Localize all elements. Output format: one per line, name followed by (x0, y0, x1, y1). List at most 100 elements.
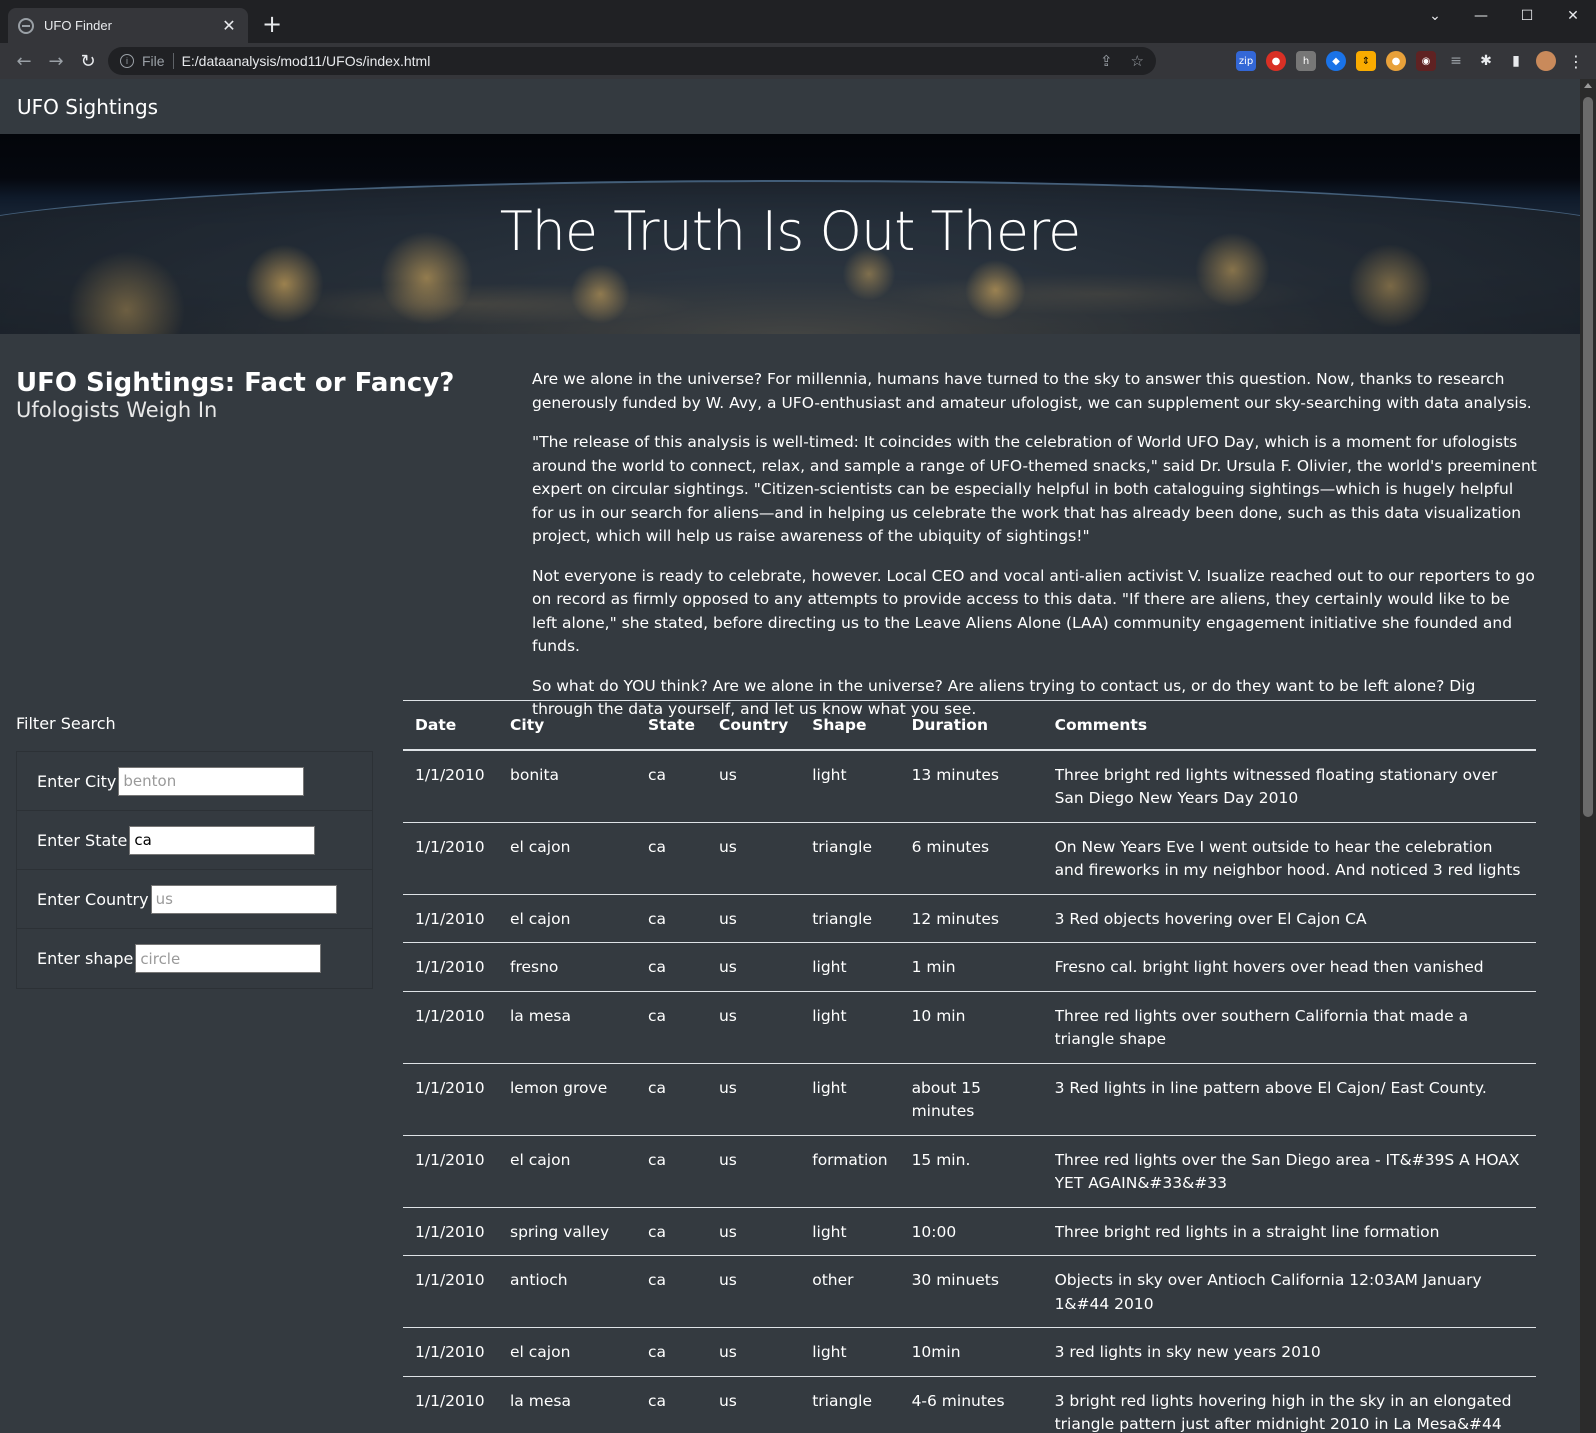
puzzle-icon[interactable]: ✱ (1476, 51, 1496, 71)
cell-text: us (718, 765, 737, 784)
cell-city: antioch (498, 1255, 636, 1328)
cell-text: 1/1/2010 (415, 837, 485, 856)
yellow-extension-icon[interactable]: ⇕ (1356, 51, 1376, 71)
grey-extension-icon[interactable]: h (1296, 51, 1316, 71)
filter-country: Enter Country (17, 870, 372, 929)
article-paragraph: Not everyone is ready to celebrate, howe… (532, 566, 1535, 656)
table-body: 1/1/2010 bonita ca us light 13 minutes Three b… (403, 749, 1536, 1433)
table-row: 1/1/2010 la mesa ca us light 10 min Three red … (403, 991, 1536, 1064)
minimize-icon[interactable]: — (1458, 0, 1504, 32)
address-bar[interactable]: i File E:/dataanalysis/mod11/UFOs/index.… (108, 47, 1156, 75)
scrollbar-thumb[interactable] (1583, 97, 1593, 817)
cell-text: 3 red lights in sky new years 2010 (1054, 1343, 1321, 1361)
side-panel-icon[interactable]: ▮ (1506, 51, 1526, 71)
cell-text: bonita (510, 765, 560, 784)
info-icon[interactable]: i (120, 54, 134, 68)
cell-text: 1 min (911, 958, 956, 976)
cell-duration: 6 minutes (899, 822, 1043, 895)
cell-comments: 3 red lights in sky new years 2010 (1042, 1327, 1536, 1377)
shape-label: Enter shape (37, 949, 134, 968)
close-icon[interactable]: ✕ (220, 16, 238, 35)
city-input[interactable] (118, 766, 305, 796)
country-input[interactable] (150, 884, 337, 914)
cell-shape: light (800, 991, 900, 1064)
cell-text: 3 bright red lights hovering high in the… (1054, 1391, 1512, 1433)
close-window-icon[interactable]: ✕ (1550, 0, 1596, 32)
cell-text: 1/1/2010 (415, 958, 485, 976)
cell-comments: Three red lights over southern Californi… (1042, 991, 1536, 1064)
cell-comments: Three red lights over the San Diego area… (1042, 1135, 1536, 1208)
cell-country: us (706, 1255, 801, 1328)
cell-text: 1/1/2010 (415, 1150, 485, 1169)
cell-text: ca (648, 1006, 667, 1025)
pin-extension-icon[interactable]: ◆ (1326, 51, 1346, 71)
share-icon[interactable]: ⇪ (1100, 52, 1113, 70)
cell-text: la mesa (510, 1006, 571, 1025)
cell-text: light (812, 1006, 847, 1025)
title-sub: Ufologists Weigh In (16, 398, 218, 422)
zip-extension-icon[interactable]: zip (1236, 51, 1256, 71)
record-extension-icon[interactable]: ◉ (1416, 51, 1436, 71)
profile-avatar[interactable] (1536, 51, 1556, 71)
reading-list-icon[interactable]: ≡ (1446, 51, 1466, 71)
star-icon[interactable]: ☆ (1131, 52, 1144, 70)
back-arrow-icon[interactable]: ← (10, 47, 38, 75)
cell-country: us (706, 942, 801, 992)
browser-toolbar: ← → ↻ i File E:/dataanalysis/mod11/UFOs/… (0, 43, 1596, 79)
cell-city: el cajon (498, 822, 636, 895)
menu-icon[interactable]: ⋮ (1566, 51, 1586, 71)
maximize-icon[interactable]: ☐ (1504, 0, 1550, 32)
header-date: Date (403, 700, 498, 751)
cell-text: 30 minuets (911, 1271, 999, 1289)
shape-input[interactable] (135, 944, 322, 973)
cell-text: antioch (510, 1271, 568, 1289)
cell-text: 1/1/2010 (415, 1391, 485, 1410)
site-navbar: UFO Sightings (0, 79, 1580, 134)
cell-city: bonita (498, 749, 636, 823)
cell-date: 1/1/2010 (403, 822, 498, 895)
navbar-brand[interactable]: UFO Sightings (17, 95, 158, 119)
cell-state: ca (636, 991, 707, 1064)
cell-state: ca (636, 1255, 707, 1328)
reload-icon[interactable]: ↻ (74, 47, 102, 75)
cell-city: lemon grove (498, 1063, 636, 1136)
scroll-up-icon[interactable] (1584, 83, 1592, 88)
cell-text: Three bright red lights in a straight li… (1054, 1222, 1440, 1241)
cell-duration: 13 minutes (899, 749, 1043, 823)
cell-date: 1/1/2010 (403, 749, 498, 823)
forward-arrow-icon[interactable]: → (42, 47, 70, 75)
cell-text: 12 minutes (911, 909, 999, 928)
cell-duration: 30 minuets (899, 1255, 1043, 1328)
orange-extension-icon[interactable]: ● (1386, 51, 1406, 71)
table-row: 1/1/2010 lemon grove ca us light about 15 min… (403, 1063, 1536, 1136)
adblock-extension-icon[interactable]: ● (1266, 51, 1286, 71)
state-input[interactable] (129, 825, 316, 855)
cell-text: lemon grove (510, 1078, 608, 1097)
cell-text: 1/1/2010 (415, 765, 485, 784)
new-tab-icon[interactable]: + (262, 10, 282, 38)
cell-state: ca (636, 1376, 707, 1433)
cell-text: us (718, 1078, 737, 1097)
table-row: 1/1/2010 la mesa ca us triangle 4-6 minutes 3 … (403, 1376, 1536, 1433)
cell-text: Three red lights over southern Californi… (1054, 1006, 1469, 1049)
url-text[interactable]: E:/dataanalysis/mod11/UFOs/index.html (182, 53, 1100, 69)
cell-text: other (812, 1271, 854, 1289)
cell-text: ca (648, 958, 667, 976)
cell-shape: light (800, 1063, 900, 1136)
page-scrollbar[interactable] (1580, 79, 1596, 1433)
cell-date: 1/1/2010 (403, 942, 498, 992)
browser-tab[interactable]: UFO Finder ✕ (8, 8, 248, 43)
cell-comments: 3 Red lights in line pattern above El Ca… (1042, 1063, 1536, 1136)
cell-comments: Three bright red lights witnessed floati… (1042, 749, 1536, 823)
cell-duration: about 15 minutes (899, 1063, 1043, 1136)
cell-date: 1/1/2010 (403, 1135, 498, 1208)
cell-text: triangle (812, 837, 872, 856)
sightings-table-container: Date City State Country Shape Duration C… (403, 700, 1536, 1433)
cell-text: 10min (911, 1343, 961, 1361)
table-row: 1/1/2010 spring valley ca us light 10:00 Three… (403, 1207, 1536, 1256)
table-row: 1/1/2010 el cajon ca us triangle 12 minutes 3 … (403, 894, 1536, 943)
cell-text: ca (648, 1078, 667, 1097)
cell-text: us (718, 1391, 737, 1410)
tab-search-icon[interactable]: ⌄ (1412, 0, 1458, 32)
cell-date: 1/1/2010 (403, 1207, 498, 1256)
